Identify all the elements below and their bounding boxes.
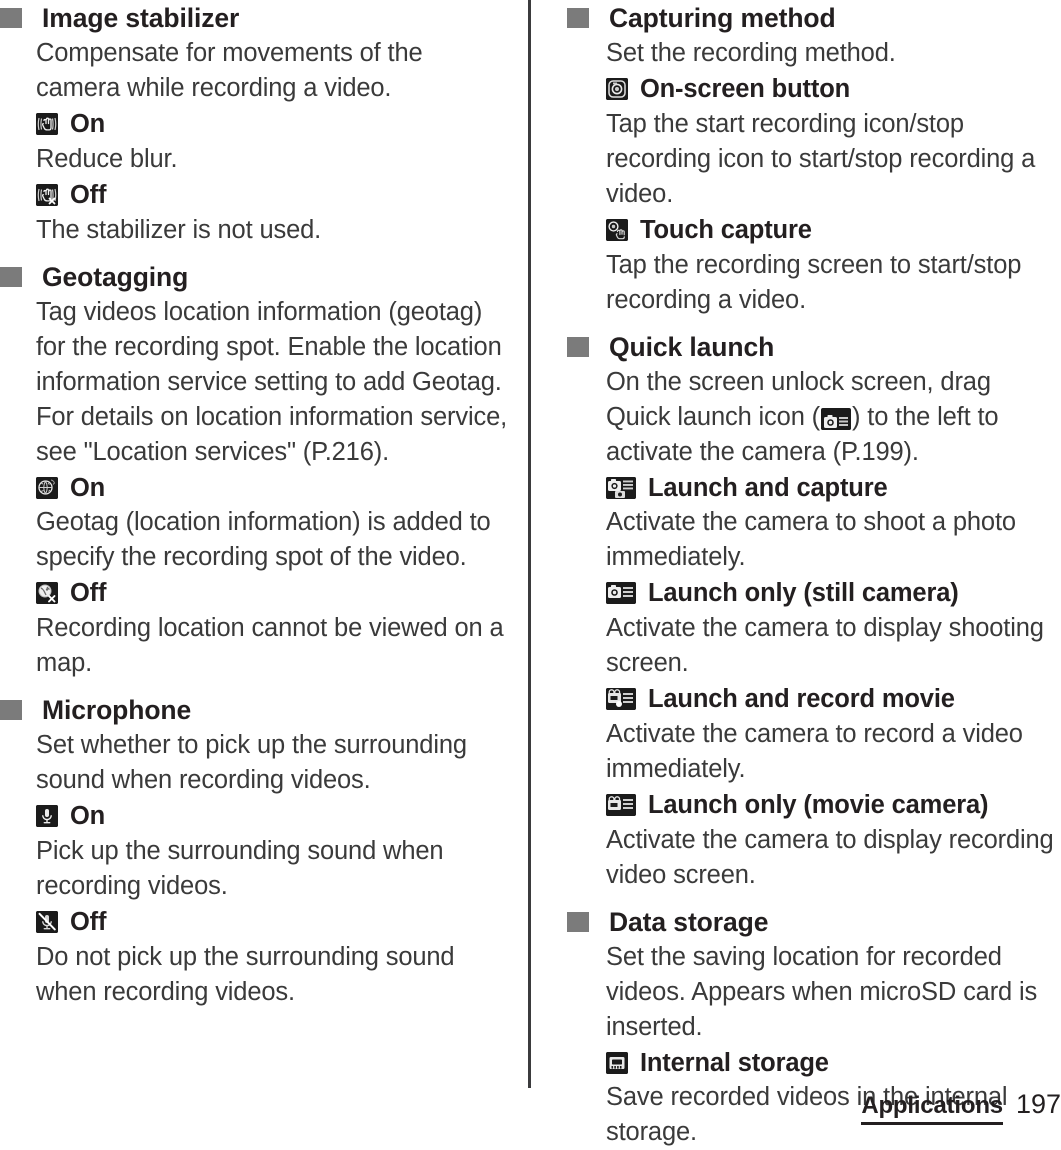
section-title: Geotagging <box>42 261 189 292</box>
microphone-on-icon <box>36 805 58 828</box>
option-description: The stabilizer is not used. <box>36 215 322 244</box>
option-row: Touch capture <box>551 212 1061 248</box>
section-marker-icon <box>567 336 589 357</box>
option-description: Pick up the surrounding sound when recor… <box>36 836 444 900</box>
section-marker-icon <box>0 266 22 287</box>
manual-page: Image stabilizer Compensate for movement… <box>0 0 1061 1146</box>
chapter-label: Applications <box>861 1092 1003 1125</box>
two-column-layout: Image stabilizer Compensate for movement… <box>0 0 1061 1146</box>
option-row: Launch only (movie camera) <box>551 787 1061 823</box>
option-row: Off <box>0 904 511 940</box>
option-description: Do not pick up the surrounding sound whe… <box>36 942 455 1006</box>
section-title: Quick launch <box>609 331 775 362</box>
section-title: Capturing method <box>609 3 836 33</box>
option-label: Off <box>69 180 107 209</box>
section-heading: Capturing method <box>551 0 1061 36</box>
section-heading: Geotagging <box>0 259 511 295</box>
section-quick-launch: Quick launch On the screen unlock screen… <box>551 329 1061 893</box>
option-label: Launch and capture <box>647 473 888 502</box>
right-column: Capturing method Set the recording metho… <box>531 0 1061 1146</box>
hand-stabilizer-off-icon <box>36 183 58 206</box>
option-description: Reduce blur. <box>36 144 178 173</box>
option-description: Tap the start recording icon/stop record… <box>606 109 1036 208</box>
section-description: Compensate for movements of the camera w… <box>36 39 423 102</box>
page-number: 197 <box>1015 1089 1061 1119</box>
left-column: Image stabilizer Compensate for movement… <box>0 0 527 1090</box>
option-row: On <box>0 470 511 506</box>
option-label: Launch only (movie camera) <box>647 790 989 819</box>
option-description: Tap the recording screen to start/stop r… <box>606 250 1022 314</box>
microphone-off-icon <box>36 910 58 933</box>
on-screen-button-icon <box>606 78 628 100</box>
option-description: Activate the camera to display shooting … <box>606 614 1044 678</box>
section-heading: Quick launch <box>551 329 1061 365</box>
section-microphone: Microphone Set whether to pick up the su… <box>0 692 511 1010</box>
section-description: On the screen unlock screen, drag Quick … <box>551 365 1061 470</box>
option-description: Activate the camera to display recording… <box>606 825 1054 889</box>
page-footer: Applications 197 <box>861 1089 1061 1125</box>
option-label: Off <box>69 907 107 936</box>
option-row: Off <box>0 177 511 213</box>
section-heading: Image stabilizer <box>0 0 511 36</box>
internal-storage-chip-icon <box>606 1051 628 1074</box>
option-label: Off <box>69 579 107 608</box>
option-row: Launch and record movie <box>551 681 1061 717</box>
option-row: On <box>0 106 511 142</box>
option-row: Launch only (still camera) <box>551 575 1061 611</box>
option-label: On-screen button <box>639 74 851 103</box>
section-description: Tag videos location information (geotag)… <box>36 297 508 466</box>
globe-geotag-off-icon <box>36 582 58 605</box>
launch-only-movie-camera-icon <box>606 793 636 816</box>
option-description: Recording location cannot be viewed on a… <box>36 614 504 678</box>
option-row: Off <box>0 575 511 611</box>
section-title: Data storage <box>609 906 769 937</box>
section-marker-icon <box>0 8 22 28</box>
launch-and-capture-icon <box>606 476 636 499</box>
touch-capture-icon <box>606 218 628 241</box>
option-label: Launch only (still camera) <box>647 579 959 608</box>
option-label: Touch capture <box>639 215 812 244</box>
quick-launch-camera-icon <box>821 407 851 430</box>
section-marker-icon <box>567 8 589 28</box>
option-description: Activate the camera to shoot a photo imm… <box>606 508 1016 572</box>
option-label: On <box>69 109 106 138</box>
option-label: Internal storage <box>639 1048 829 1077</box>
section-marker-icon <box>567 911 589 932</box>
option-row: On <box>0 798 511 834</box>
option-row: On-screen button <box>551 71 1061 107</box>
section-heading: Data storage <box>551 904 1061 940</box>
launch-only-still-camera-icon <box>606 582 636 605</box>
section-description: Set the saving location for recorded vid… <box>606 942 1038 1041</box>
option-row: Launch and capture <box>551 470 1061 506</box>
section-description: Set the recording method. <box>606 39 896 67</box>
launch-and-record-movie-icon <box>606 688 636 711</box>
option-label: On <box>69 801 106 830</box>
option-label: Launch and record movie <box>647 684 955 713</box>
hand-stabilizer-on-icon <box>36 113 58 135</box>
section-image-stabilizer: Image stabilizer Compensate for movement… <box>0 0 511 248</box>
option-description: Activate the camera to record a video im… <box>606 719 1023 783</box>
option-description: Geotag (location information) is added t… <box>36 508 491 572</box>
section-title: Microphone <box>42 695 192 726</box>
globe-geotag-on-icon <box>36 476 58 499</box>
section-geotagging: Geotagging Tag videos location informati… <box>0 259 511 682</box>
section-marker-icon <box>0 700 22 721</box>
section-capturing-method: Capturing method Set the recording metho… <box>551 0 1061 318</box>
section-description: Set whether to pick up the surrounding s… <box>36 731 467 795</box>
section-title: Image stabilizer <box>42 3 240 33</box>
section-heading: Microphone <box>0 692 511 728</box>
option-row: Internal storage <box>551 1045 1061 1081</box>
option-label: On <box>69 473 106 502</box>
